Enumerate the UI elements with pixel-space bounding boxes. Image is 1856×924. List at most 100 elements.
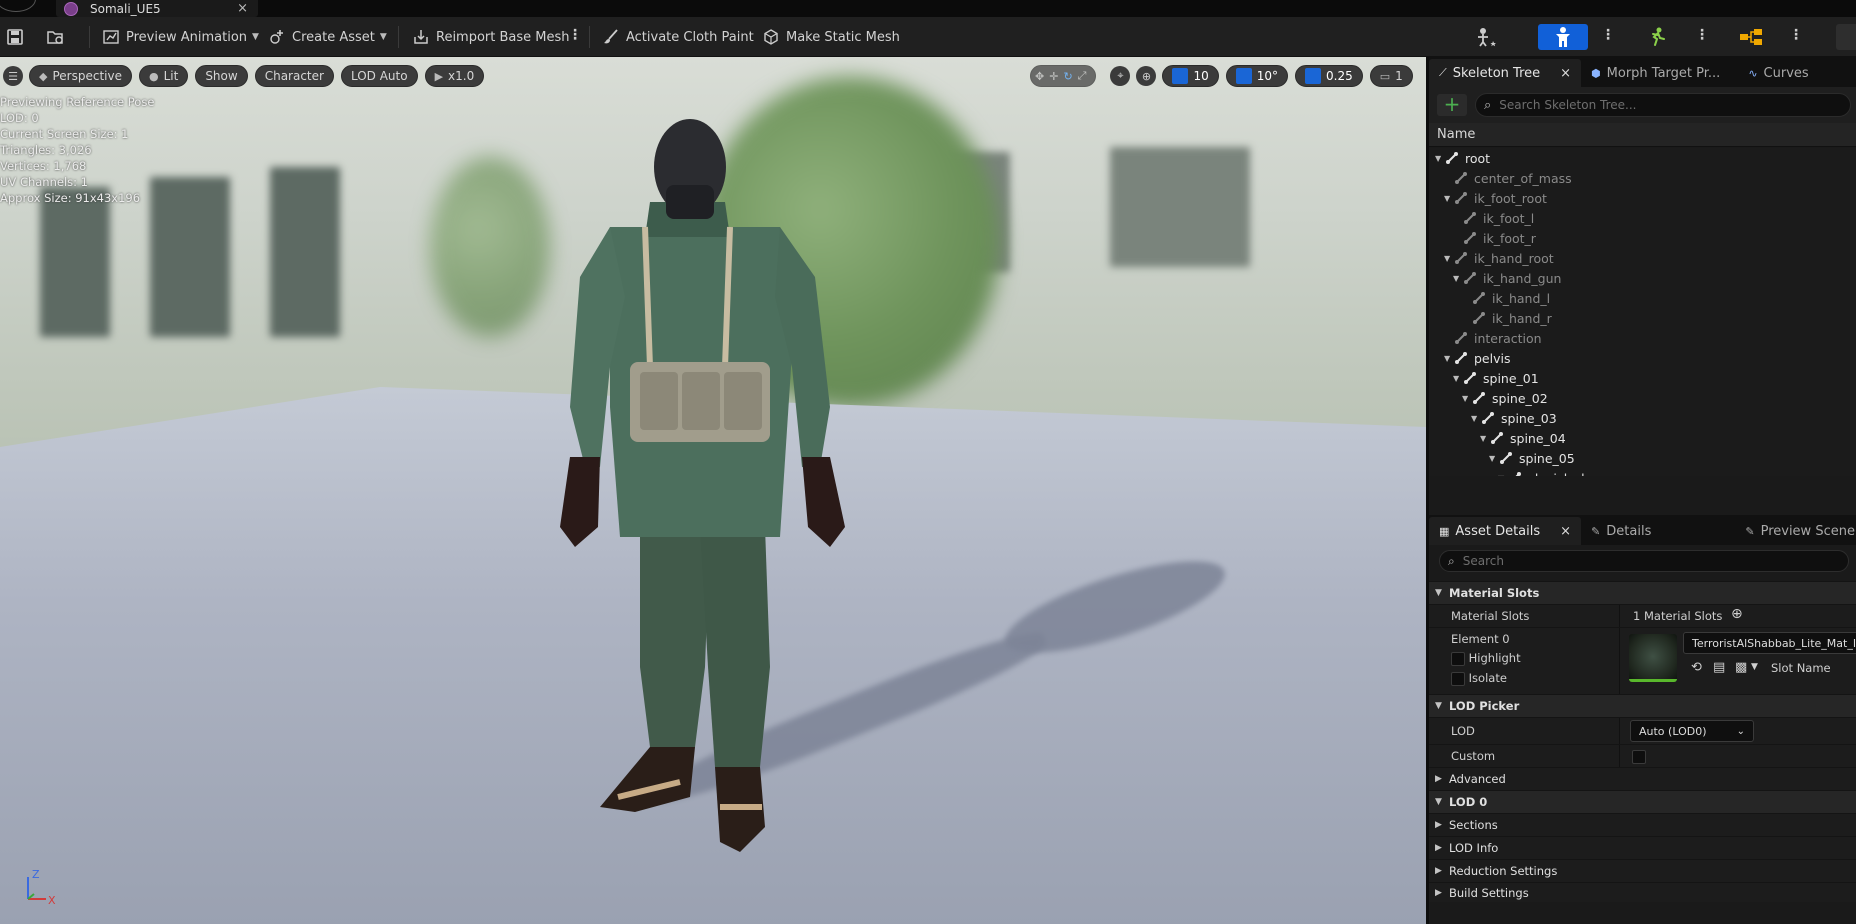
perspective-button[interactable]: ◆ Perspective [29, 65, 132, 87]
add-material-slot-icon[interactable]: ⊕ [1731, 606, 1743, 622]
expand-arrow-icon[interactable]: ▼ [1471, 414, 1481, 423]
physics-mode-button[interactable] [1836, 24, 1856, 50]
highlight-check[interactable] [1451, 651, 1465, 666]
custom-checkbox[interactable] [1632, 749, 1646, 764]
rotate-icon[interactable]: ↻ [1063, 70, 1072, 83]
lod-picker-section[interactable]: ▼ LOD Picker [1429, 694, 1856, 717]
tree-row-center-of-mass[interactable]: center_of_mass [1429, 168, 1856, 188]
checker-options-icon[interactable]: ▩ [1735, 660, 1747, 675]
playback-speed-button[interactable]: ▶ x1.0 [424, 65, 485, 87]
scale-snap-button[interactable]: 0.25 [1295, 65, 1363, 87]
mesh-mode-options-icon[interactable]: ⋮ [1601, 27, 1615, 43]
expand-arrow-icon[interactable]: ▼ [1444, 354, 1454, 363]
skeleton-search-input[interactable]: ⌕ Search Skeleton Tree... [1475, 93, 1851, 117]
asset-tab[interactable]: Somali_UE5 × [56, 0, 258, 17]
sections-row[interactable]: ▶ Sections [1429, 813, 1856, 836]
expand-arrow-icon[interactable]: ▼ [1453, 374, 1463, 383]
tree-column-header[interactable]: Name [1429, 123, 1856, 147]
preview-animation-button[interactable]: Preview Animation ▼ [102, 24, 259, 50]
select-icon[interactable]: ✥ [1035, 70, 1044, 83]
show-button[interactable]: Show [195, 65, 248, 87]
close-tab-icon[interactable]: × [1560, 524, 1571, 539]
custom-check[interactable] [1632, 749, 1646, 764]
use-selected-icon[interactable]: ⟲ [1691, 660, 1702, 675]
add-socket-button[interactable]: + [1437, 94, 1467, 116]
create-asset-button[interactable]: Create Asset ▼ [268, 24, 387, 50]
tree-row-root[interactable]: ▼ root [1429, 148, 1856, 168]
tree-row-ik-foot-l[interactable]: ik_foot_l [1429, 208, 1856, 228]
tree-row-spine-01[interactable]: ▼ spine_01 [1429, 368, 1856, 388]
tree-row-ik-foot-r[interactable]: ik_foot_r [1429, 228, 1856, 248]
skeleton-mode-button[interactable] [1460, 24, 1510, 50]
activate-cloth-paint-button[interactable]: Activate Cloth Paint [602, 24, 754, 50]
tab-curves[interactable]: ∿ Curves [1738, 59, 1818, 87]
isolate-checkbox[interactable]: Isolate [1451, 671, 1507, 686]
reimport-base-mesh-button[interactable]: Reimport Base Mesh [412, 24, 570, 50]
expand-arrow-icon[interactable]: ▼ [1462, 394, 1472, 403]
expand-arrow-icon[interactable]: ▼ [1498, 474, 1508, 477]
camera-speed-button[interactable]: ▭ 1 [1369, 65, 1413, 87]
tree-row-clavicle-l[interactable]: ▼ clavicle_l [1429, 468, 1856, 476]
tree-row-ik-foot-root[interactable]: ▼ ik_foot_root [1429, 188, 1856, 208]
tree-row-ik-hand-l[interactable]: ik_hand_l [1429, 288, 1856, 308]
tree-row-ik-hand-r[interactable]: ik_hand_r [1429, 308, 1856, 328]
animation-mode-options-icon[interactable]: ⋮ [1695, 27, 1709, 43]
tree-row-spine-02[interactable]: ▼ spine_02 [1429, 388, 1856, 408]
tab-skeleton-tree[interactable]: ⟋ Skeleton Tree × [1429, 59, 1582, 87]
expand-arrow-icon[interactable]: ▼ [1480, 434, 1490, 443]
build-settings-row[interactable]: ▶ Build Settings [1429, 882, 1856, 902]
expand-arrow-icon[interactable]: ▼ [1453, 274, 1463, 283]
grid-snap-button[interactable]: 10 [1162, 65, 1219, 87]
material-thumbnail[interactable] [1629, 634, 1677, 682]
tree-row-spine-05[interactable]: ▼ spine_05 [1429, 448, 1856, 468]
isolate-check[interactable] [1451, 671, 1465, 686]
tree-row-ik-hand-gun[interactable]: ▼ ik_hand_gun [1429, 268, 1856, 288]
tree-row-pelvis[interactable]: ▼ pelvis [1429, 348, 1856, 368]
world-local-toggle-icon[interactable]: ⌖ [1110, 66, 1131, 86]
tab-preview-scene[interactable]: ✎ Preview Scene [1735, 517, 1856, 545]
animation-mode-button[interactable] [1632, 24, 1682, 50]
viewport[interactable]: ☰ ◆ Perspective ● Lit Show Character LOD A… [0, 57, 1426, 924]
scale-icon[interactable]: ⤢ [1078, 69, 1087, 83]
translate-icon[interactable]: ✛ [1049, 70, 1058, 83]
chevron-down-icon[interactable]: ▼ [1751, 662, 1758, 672]
lod0-section[interactable]: ▼ LOD 0 [1429, 790, 1856, 813]
viewport-menu-icon[interactable]: ☰ [3, 66, 23, 86]
expand-arrow-icon[interactable]: ▼ [1435, 154, 1445, 163]
close-tab-icon[interactable]: × [237, 1, 248, 16]
blueprint-mode-button[interactable] [1726, 24, 1776, 50]
tab-asset-details[interactable]: ▦ Asset Details × [1429, 517, 1582, 545]
character-button[interactable]: Character [254, 65, 334, 87]
tree-row-interaction[interactable]: interaction [1429, 328, 1856, 348]
advanced-row[interactable]: ▶ Advanced [1429, 767, 1856, 790]
blueprint-mode-options-icon[interactable]: ⋮ [1789, 27, 1803, 43]
surface-snap-icon[interactable]: ⊕ [1136, 66, 1157, 86]
lod-info-row[interactable]: ▶ LOD Info [1429, 836, 1856, 859]
tree-row-spine-04[interactable]: ▼ spine_04 [1429, 428, 1856, 448]
tab-details[interactable]: ✎ Details [1581, 517, 1661, 545]
material-slots-section[interactable]: ▼ Material Slots [1429, 581, 1856, 604]
details-search-input[interactable]: ⌕ Search [1439, 550, 1849, 572]
reimport-options-icon[interactable]: ⋮ [568, 27, 582, 43]
browse-button[interactable] [46, 24, 70, 50]
expand-arrow-icon[interactable]: ▼ [1489, 454, 1499, 463]
close-tab-icon[interactable]: × [1560, 66, 1571, 81]
tree-row-ik-hand-root[interactable]: ▼ ik_hand_root [1429, 248, 1856, 268]
lit-button[interactable]: ● Lit [138, 65, 189, 87]
expand-arrow-icon[interactable]: ▼ [1444, 194, 1454, 203]
lod-button[interactable]: LOD Auto [340, 65, 418, 87]
browse-folder-icon[interactable]: ▤ [1713, 660, 1725, 675]
save-button[interactable] [6, 24, 30, 50]
material-picker[interactable]: TerroristAlShabbab_Lite_Mat_Inst [1683, 632, 1856, 654]
reduction-settings-row[interactable]: ▶ Reduction Settings [1429, 859, 1856, 882]
angle-snap-button[interactable]: 10° [1225, 65, 1289, 87]
highlight-checkbox[interactable]: Highlight [1451, 651, 1521, 666]
tab-morph-target[interactable]: ⬢ Morph Target Pr... [1581, 59, 1730, 87]
mesh-mode-button[interactable] [1538, 24, 1588, 50]
make-static-mesh-button[interactable]: Make Static Mesh [762, 24, 900, 50]
expand-arrow-icon[interactable]: ▼ [1444, 254, 1454, 263]
skeleton-tree[interactable]: ▼ root center_of_mass ▼ ik_foot_root ik_foot_… [1429, 148, 1856, 476]
unreal-logo-icon[interactable] [0, 0, 36, 12]
lod-dropdown[interactable]: Auto (LOD0) ⌄ [1630, 720, 1754, 742]
tree-row-spine-03[interactable]: ▼ spine_03 [1429, 408, 1856, 428]
